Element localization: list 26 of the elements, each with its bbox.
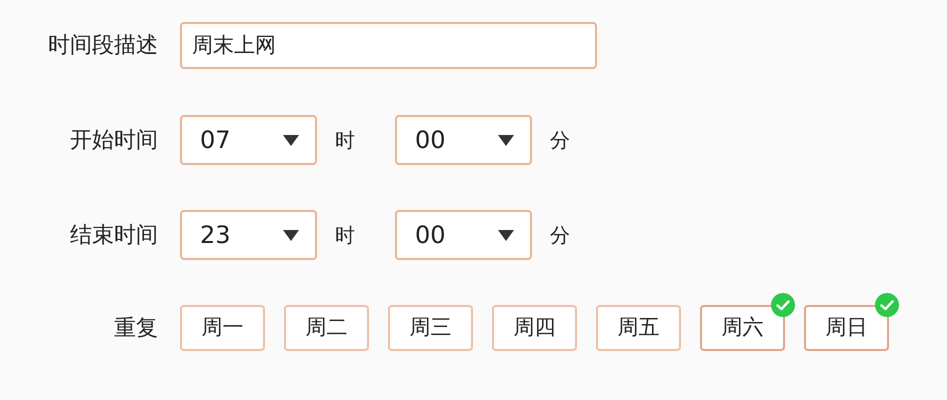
- field-label: 结束时间: [70, 222, 158, 250]
- day-toggle-button[interactable]: 周三: [388, 305, 473, 351]
- day-toggle-button[interactable]: 周一: [180, 305, 265, 351]
- dropdown-caret-icon: [498, 230, 514, 240]
- dropdown-caret-icon: [498, 134, 514, 146]
- day-toggle-button[interactable]: 周日: [804, 305, 889, 351]
- unit-label: 时: [335, 222, 355, 249]
- check-badge-icon: [771, 293, 795, 317]
- check-badge-icon: [875, 293, 899, 317]
- time-dropdown[interactable]: 00: [395, 210, 532, 260]
- field-label: 开始时间: [70, 126, 158, 154]
- dropdown-caret-icon: [283, 230, 299, 240]
- unit-label: 分: [550, 222, 570, 249]
- day-toggle-button[interactable]: 周二: [284, 305, 369, 351]
- field-label: 时间段描述: [48, 32, 158, 60]
- unit-label: 分: [550, 127, 570, 154]
- field-label: 重复: [114, 314, 158, 342]
- time-dropdown[interactable]: 07: [180, 115, 317, 165]
- unit-label: 时: [335, 127, 355, 154]
- day-toggle-button[interactable]: 周四: [492, 305, 577, 351]
- time-dropdown[interactable]: 23: [180, 210, 317, 260]
- day-toggle-button[interactable]: 周五: [596, 305, 681, 351]
- dropdown-caret-icon: [283, 134, 299, 146]
- time-dropdown[interactable]: 00: [395, 115, 532, 165]
- day-toggle-button[interactable]: 周六: [700, 305, 785, 351]
- description-input-field[interactable]: 周末上网: [180, 22, 597, 69]
